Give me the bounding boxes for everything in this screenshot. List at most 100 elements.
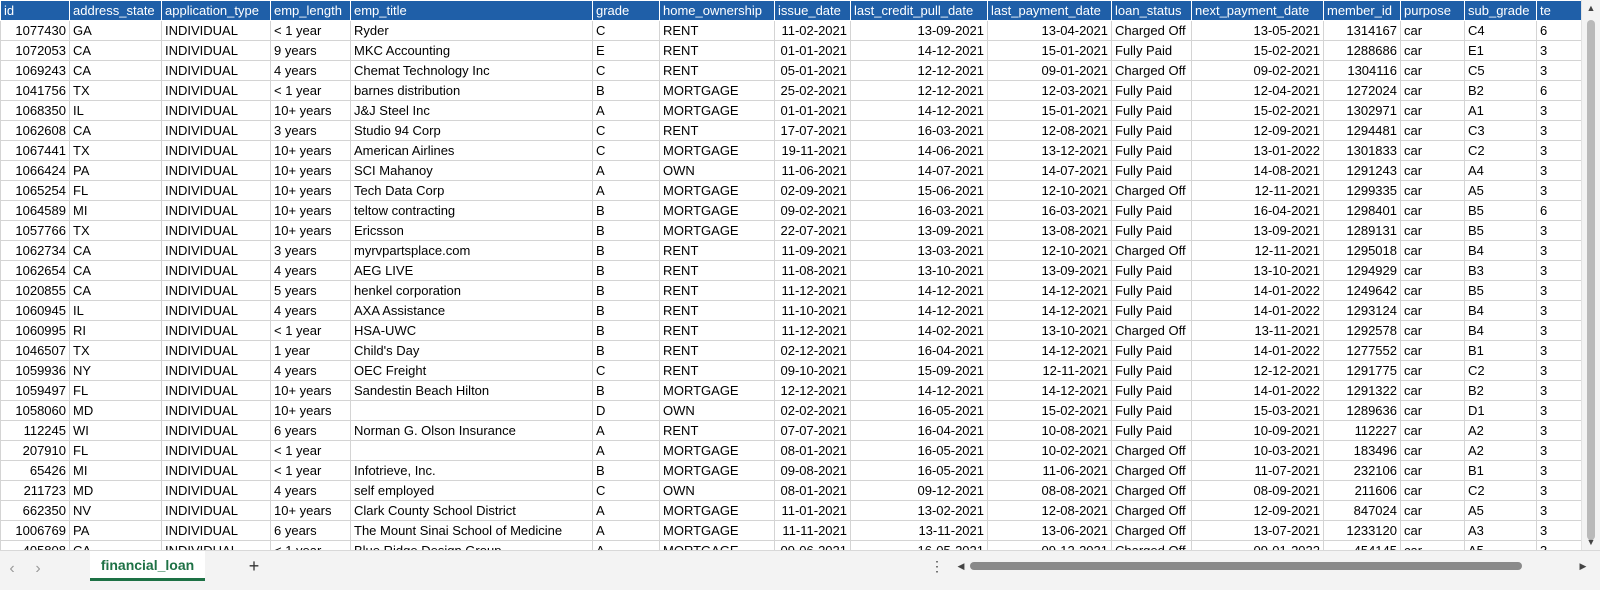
cell-address-state[interactable]: MI: [69, 460, 162, 481]
cell-sub-grade[interactable]: B2: [1464, 380, 1537, 401]
cell-last-credit-pull-date[interactable]: 13-09-2021: [850, 20, 988, 41]
cell-next-payment-date[interactable]: 10-03-2021: [1191, 440, 1324, 461]
cell-id[interactable]: 1059936: [0, 360, 70, 381]
cell-emp-title[interactable]: henkel corporation: [350, 280, 593, 301]
cell-application-type[interactable]: INDIVIDUAL: [161, 240, 271, 261]
cell-member-id[interactable]: 1291243: [1323, 160, 1401, 181]
cell-last-credit-pull-date[interactable]: 14-12-2021: [850, 300, 988, 321]
cell-emp-title[interactable]: barnes distribution: [350, 80, 593, 101]
cell-last-payment-date[interactable]: 13-04-2021: [987, 20, 1112, 41]
cell-application-type[interactable]: INDIVIDUAL: [161, 480, 271, 501]
cell-loan-status[interactable]: Fully Paid: [1111, 100, 1192, 121]
cell-issue-date[interactable]: 11-01-2021: [774, 500, 851, 521]
cell-te[interactable]: 3: [1536, 40, 1581, 61]
cell-member-id[interactable]: 1288686: [1323, 40, 1401, 61]
cell-next-payment-date[interactable]: 13-07-2021: [1191, 520, 1324, 541]
cell-last-credit-pull-date[interactable]: 13-11-2021: [850, 520, 988, 541]
cell-home-ownership[interactable]: RENT: [659, 340, 775, 361]
cell-grade[interactable]: C: [592, 60, 660, 81]
cell-home-ownership[interactable]: RENT: [659, 260, 775, 281]
cell-last-payment-date[interactable]: 12-11-2021: [987, 360, 1112, 381]
cell-issue-date[interactable]: 11-12-2021: [774, 320, 851, 341]
cell-grade[interactable]: B: [592, 220, 660, 241]
cell-loan-status[interactable]: Fully Paid: [1111, 260, 1192, 281]
cell-application-type[interactable]: INDIVIDUAL: [161, 440, 271, 461]
cell-member-id[interactable]: 1294929: [1323, 260, 1401, 281]
vertical-scroll-thumb[interactable]: [1587, 20, 1595, 540]
cell-address-state[interactable]: MI: [69, 200, 162, 221]
cell-sub-grade[interactable]: B1: [1464, 340, 1537, 361]
cell-emp-title[interactable]: teltow contracting: [350, 200, 593, 221]
cell-last-payment-date[interactable]: 14-07-2021: [987, 160, 1112, 181]
cell-emp-title[interactable]: AEG LIVE: [350, 260, 593, 281]
cell-te[interactable]: 3: [1536, 500, 1581, 521]
cell-member-id[interactable]: 1291775: [1323, 360, 1401, 381]
cell-emp-length[interactable]: < 1 year: [270, 20, 351, 41]
cell-sub-grade[interactable]: A5: [1464, 500, 1537, 521]
cell-application-type[interactable]: INDIVIDUAL: [161, 80, 271, 101]
cell-emp-title[interactable]: [350, 440, 593, 461]
cell-grade[interactable]: E: [592, 40, 660, 61]
cell-next-payment-date[interactable]: 15-02-2021: [1191, 100, 1324, 121]
cell-sub-grade[interactable]: C3: [1464, 120, 1537, 141]
cell-next-payment-date[interactable]: 09-01-2022: [1191, 540, 1324, 550]
cell-grade[interactable]: B: [592, 80, 660, 101]
cell-id[interactable]: 1077430: [0, 20, 70, 41]
cell-emp-title[interactable]: Tech Data Corp: [350, 180, 593, 201]
cell-last-credit-pull-date[interactable]: 16-04-2021: [850, 420, 988, 441]
cell-grade[interactable]: B: [592, 240, 660, 261]
vertical-scrollbar[interactable]: ▲ ▼: [1581, 0, 1600, 550]
cell-application-type[interactable]: INDIVIDUAL: [161, 540, 271, 550]
cell-loan-status[interactable]: Fully Paid: [1111, 380, 1192, 401]
cell-purpose[interactable]: car: [1400, 20, 1465, 41]
cell-application-type[interactable]: INDIVIDUAL: [161, 40, 271, 61]
cell-last-credit-pull-date[interactable]: 13-09-2021: [850, 220, 988, 241]
cell-last-credit-pull-date[interactable]: 16-03-2021: [850, 120, 988, 141]
cell-id[interactable]: 1020855: [0, 280, 70, 301]
cell-last-payment-date[interactable]: 09-12-2021: [987, 540, 1112, 550]
cell-te[interactable]: 3: [1536, 140, 1581, 161]
cell-last-payment-date[interactable]: 12-03-2021: [987, 80, 1112, 101]
cell-last-credit-pull-date[interactable]: 09-12-2021: [850, 480, 988, 501]
cell-last-credit-pull-date[interactable]: 13-02-2021: [850, 500, 988, 521]
cell-last-credit-pull-date[interactable]: 12-12-2021: [850, 60, 988, 81]
cell-grade[interactable]: A: [592, 520, 660, 541]
cell-sub-grade[interactable]: A5: [1464, 180, 1537, 201]
cell-grade[interactable]: A: [592, 500, 660, 521]
cell-purpose[interactable]: car: [1400, 60, 1465, 81]
cell-loan-status[interactable]: Charged Off: [1111, 540, 1192, 550]
cell-next-payment-date[interactable]: 12-09-2021: [1191, 120, 1324, 141]
cell-last-credit-pull-date[interactable]: 14-02-2021: [850, 320, 988, 341]
cell-application-type[interactable]: INDIVIDUAL: [161, 520, 271, 541]
cell-emp-length[interactable]: 4 years: [270, 260, 351, 281]
column-header[interactable]: emp_title: [350, 0, 593, 21]
cell-grade[interactable]: B: [592, 380, 660, 401]
cell-last-credit-pull-date[interactable]: 14-06-2021: [850, 140, 988, 161]
cell-last-payment-date[interactable]: 14-12-2021: [987, 300, 1112, 321]
cell-id[interactable]: 1069243: [0, 60, 70, 81]
cell-address-state[interactable]: MD: [69, 400, 162, 421]
cell-next-payment-date[interactable]: 15-02-2021: [1191, 40, 1324, 61]
column-header[interactable]: last_credit_pull_date: [850, 0, 988, 21]
cell-address-state[interactable]: PA: [69, 520, 162, 541]
cell-sub-grade[interactable]: B3: [1464, 260, 1537, 281]
cell-last-credit-pull-date[interactable]: 15-06-2021: [850, 180, 988, 201]
cell-last-payment-date[interactable]: 14-12-2021: [987, 380, 1112, 401]
cell-te[interactable]: 6: [1536, 200, 1581, 221]
cell-id[interactable]: 65426: [0, 460, 70, 481]
cell-purpose[interactable]: car: [1400, 540, 1465, 550]
cell-address-state[interactable]: PA: [69, 160, 162, 181]
column-header[interactable]: next_payment_date: [1191, 0, 1324, 21]
cell-emp-length[interactable]: 6 years: [270, 420, 351, 441]
cell-member-id[interactable]: 1289636: [1323, 400, 1401, 421]
cell-issue-date[interactable]: 08-01-2021: [774, 480, 851, 501]
cell-last-payment-date[interactable]: 12-10-2021: [987, 180, 1112, 201]
cell-id[interactable]: 207910: [0, 440, 70, 461]
cell-last-credit-pull-date[interactable]: 15-09-2021: [850, 360, 988, 381]
cell-emp-title[interactable]: American Airlines: [350, 140, 593, 161]
cell-id[interactable]: 1072053: [0, 40, 70, 61]
cell-application-type[interactable]: INDIVIDUAL: [161, 360, 271, 381]
cell-loan-status[interactable]: Fully Paid: [1111, 280, 1192, 301]
cell-sub-grade[interactable]: B5: [1464, 200, 1537, 221]
cell-loan-status[interactable]: Charged Off: [1111, 500, 1192, 521]
